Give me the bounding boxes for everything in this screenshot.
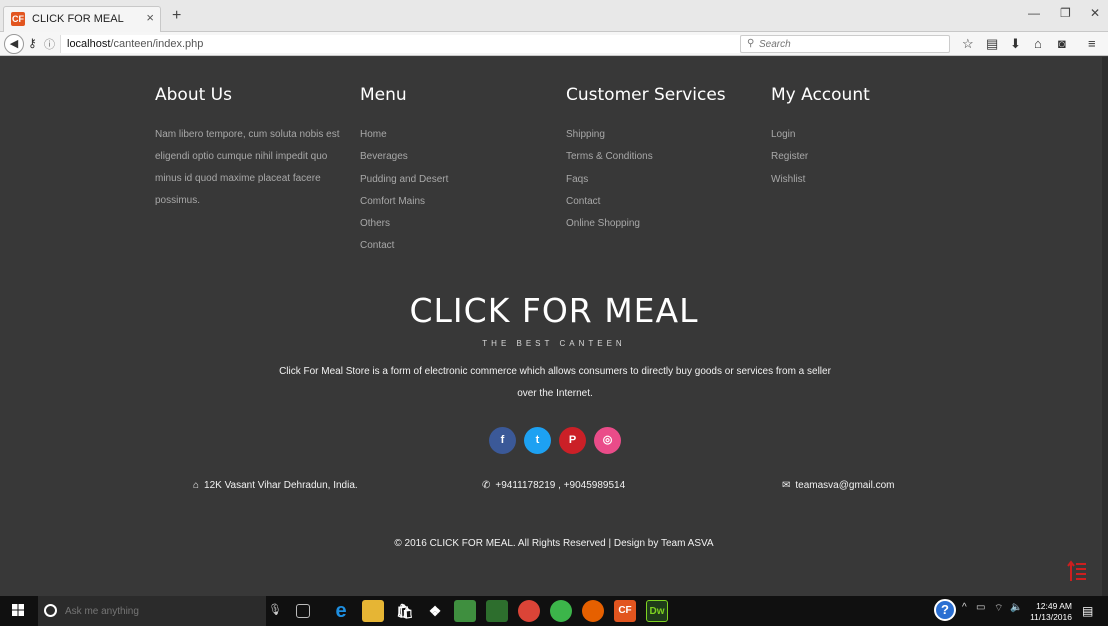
taskbar-clock[interactable]: 12:49 AM 11/13/2016 <box>1030 601 1072 623</box>
window-close-icon[interactable]: ✕ <box>1090 6 1100 20</box>
back-arrow-icon[interactable]: ◀ <box>4 34 24 54</box>
app-green-icon[interactable] <box>486 600 508 622</box>
minimize-icon[interactable]: — <box>1028 6 1040 20</box>
phone-text: +9411178219 , +9045989514 <box>495 480 626 491</box>
firefox-icon[interactable] <box>582 600 604 622</box>
menu-link-pudding[interactable]: Pudding and Desert <box>360 169 448 191</box>
cortana-search-input[interactable] <box>65 604 215 618</box>
utorrent-icon[interactable] <box>550 600 572 622</box>
account-link-wishlist[interactable]: Wishlist <box>771 169 870 191</box>
cortana-search-box[interactable] <box>38 596 266 626</box>
clock-time: 12:49 AM <box>1036 601 1072 611</box>
footer-col-account: My Account Login Register Wishlist <box>771 85 870 191</box>
menu-link-beverages[interactable]: Beverages <box>360 146 448 168</box>
url-bar[interactable]: localhost/canteen/index.php ↻ <box>60 35 788 53</box>
windows-taskbar: 🎙 e 🛍 ❖ CF Dw ? ^ ▭ ⌔ 🔈 12:49 AM 11/13/2… <box>0 596 1108 626</box>
account-link-login[interactable]: Login <box>771 124 870 146</box>
wifi-icon[interactable]: ⌔ <box>994 602 1003 615</box>
page-scrollbar[interactable] <box>1102 57 1108 596</box>
microphone-icon[interactable]: 🎙 <box>268 603 282 616</box>
search-icon: ⚲ <box>747 38 755 49</box>
info-icon[interactable]: ⓘ <box>44 36 55 52</box>
contact-phone: ✆ +9411178219 , +9045989514 <box>482 480 625 491</box>
twitter-icon[interactable]: t <box>524 427 551 454</box>
notification-icon[interactable]: ▤ <box>1082 604 1093 618</box>
tab-title: CLICK FOR MEAL <box>32 13 124 25</box>
dribbble-icon[interactable]: ◎ <box>594 427 621 454</box>
brand-logo-text: CLICK FOR MEAL <box>409 291 699 330</box>
contact-address: ⌂ 12K Vasant Vihar Dehradun, India. <box>193 480 358 491</box>
dropbox-icon[interactable]: ❖ <box>424 600 446 622</box>
restore-icon[interactable]: ❐ <box>1060 6 1071 20</box>
new-tab-icon[interactable]: + <box>172 7 181 25</box>
cs-link-contact[interactable]: Contact <box>566 191 726 213</box>
browser-search-box[interactable]: ⚲ <box>740 35 950 53</box>
store-icon[interactable]: 🛍 <box>394 600 416 622</box>
url-path: /canteen/index.php <box>110 38 204 50</box>
pocket-icon[interactable]: ◙ <box>1058 36 1066 51</box>
account-link-register[interactable]: Register <box>771 146 870 168</box>
brand-tagline: THE BEST CANTEEN <box>482 339 626 348</box>
copyright-text: © 2016 CLICK FOR MEAL. All Rights Reserv… <box>394 538 714 549</box>
site-footer: About Us Nam libero tempore, cum soluta … <box>0 57 1108 596</box>
xampp-icon[interactable] <box>454 600 476 622</box>
footer-col-customer-services: Customer Services Shipping Terms & Condi… <box>566 85 726 235</box>
chrome-icon[interactable] <box>518 600 540 622</box>
home-icon: ⌂ <box>193 480 200 491</box>
volume-icon[interactable]: 🔈 <box>1010 602 1022 613</box>
menu-hamburger-icon[interactable]: ≡ <box>1088 36 1096 51</box>
facebook-icon[interactable]: f <box>489 427 516 454</box>
browser-nav-bar: ◀ ⚷ ⓘ localhost/canteen/index.php ↻ ⚲ ☆ … <box>0 32 1108 56</box>
cs-link-terms[interactable]: Terms & Conditions <box>566 146 726 168</box>
cs-link-faqs[interactable]: Faqs <box>566 169 726 191</box>
scroll-to-top-icon[interactable] <box>1067 559 1087 583</box>
bookmark-star-icon[interactable]: ☆ <box>962 36 974 52</box>
footer-col-about: About Us Nam libero tempore, cum soluta … <box>155 85 345 212</box>
click-for-meal-app-icon[interactable]: CF <box>614 600 636 622</box>
contact-email[interactable]: ✉ teamasva@gmail.com <box>782 480 894 491</box>
account-heading: My Account <box>771 85 870 105</box>
store-description: Click For Meal Store is a form of electr… <box>279 366 831 399</box>
browser-tab-strip: CF CLICK FOR MEAL × + — ❐ ✕ <box>0 0 1108 32</box>
task-view-icon[interactable] <box>296 604 310 618</box>
menu-link-comfort-mains[interactable]: Comfort Mains <box>360 191 448 213</box>
about-heading: About Us <box>155 85 232 105</box>
customer-services-heading: Customer Services <box>566 85 726 105</box>
pinterest-icon[interactable]: P <box>559 427 586 454</box>
browser-tab[interactable]: CF CLICK FOR MEAL × <box>3 6 161 32</box>
reading-list-icon[interactable]: ▤ <box>986 36 998 52</box>
battery-icon[interactable]: ▭ <box>976 602 985 613</box>
menu-link-contact[interactable]: Contact <box>360 235 448 257</box>
home-icon[interactable]: ⌂ <box>1034 36 1042 51</box>
envelope-icon: ✉ <box>782 480 791 491</box>
windows-start-icon[interactable] <box>12 604 24 616</box>
menu-heading: Menu <box>360 85 407 105</box>
clock-date: 11/13/2016 <box>1030 612 1072 622</box>
address-text: 12K Vasant Vihar Dehradun, India. <box>204 480 358 491</box>
tab-favicon-icon: CF <box>11 12 25 26</box>
email-text[interactable]: teamasva@gmail.com <box>795 480 894 491</box>
menu-link-others[interactable]: Others <box>360 213 448 235</box>
browser-search-input[interactable] <box>759 37 939 51</box>
cs-link-shipping[interactable]: Shipping <box>566 124 726 146</box>
url-host: localhost <box>67 38 111 50</box>
edge-browser-icon[interactable]: e <box>330 600 352 622</box>
cortana-icon <box>44 604 57 617</box>
tab-close-icon[interactable]: × <box>146 10 154 25</box>
menu-link-home[interactable]: Home <box>360 124 448 146</box>
download-icon[interactable]: ⬇ <box>1010 36 1021 52</box>
help-icon[interactable]: ? <box>934 599 956 621</box>
cs-link-online-shopping[interactable]: Online Shopping <box>566 213 726 235</box>
file-explorer-icon[interactable] <box>362 600 384 622</box>
about-text: Nam libero tempore, cum soluta nobis est… <box>155 129 340 206</box>
footer-col-menu: Menu Home Beverages Pudding and Desert C… <box>360 85 448 258</box>
phone-icon: ✆ <box>482 480 491 491</box>
tray-chevron-icon[interactable]: ^ <box>962 602 967 613</box>
dreamweaver-icon[interactable]: Dw <box>646 600 668 622</box>
key-icon[interactable]: ⚷ <box>28 36 37 50</box>
